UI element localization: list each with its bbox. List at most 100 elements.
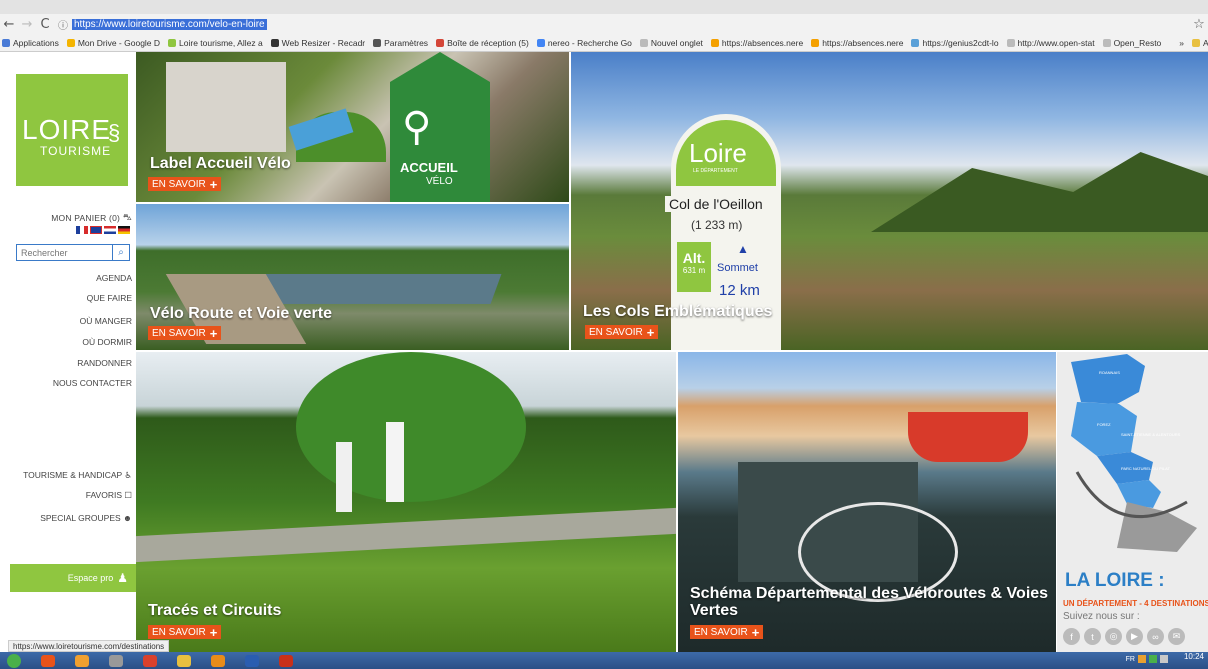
mail-icon[interactable]: ✉ — [1168, 628, 1185, 645]
map-region-roannais — [1071, 354, 1145, 404]
bookmark-item[interactable]: Nouvel onglet — [639, 38, 703, 48]
address-bar[interactable]: ⓘ https://www.loiretourisme.com/velo-en-… — [58, 15, 1184, 33]
bookmark-item[interactable]: Applications — [2, 38, 59, 48]
bookmark-icon — [168, 39, 177, 47]
taskbar-app-button[interactable] — [272, 653, 300, 668]
taskbar-app-button[interactable] — [170, 653, 198, 668]
other-bookmarks-folder[interactable]: Autres favori — [1192, 38, 1208, 48]
bookmark-outline-icon: ☐ — [122, 490, 132, 500]
flag-de-icon[interactable] — [118, 226, 130, 234]
menu-item[interactable]: OÙ MANGER — [80, 316, 132, 326]
tile-accueil-velo[interactable]: ⚲ ACCUEIL VÉLO Label Accueil Vélo EN SAV… — [136, 52, 569, 202]
folder-icon — [1192, 39, 1201, 47]
other-bookmarks-label: Autres favori — [1203, 38, 1208, 48]
tile-traces-circuits[interactable]: Tracés et Circuits EN SAVOIR + — [136, 352, 676, 652]
bookmark-item[interactable]: https://genius2cdt-lo — [911, 38, 999, 48]
volume-icon[interactable] — [1160, 655, 1168, 663]
reload-icon[interactable]: C — [36, 15, 54, 33]
tile-schema-departemental[interactable]: Schéma Départemental des Véloroutes & Vo… — [678, 352, 1056, 652]
bookmark-item[interactable]: Boîte de réception (5) — [436, 38, 529, 48]
app-icon — [109, 654, 123, 667]
taskbar-clock[interactable]: 10:24 — [1184, 653, 1204, 661]
search-input[interactable] — [17, 245, 112, 260]
sign-alt-value: 631 m — [682, 266, 706, 275]
sign-brand: Loire — [689, 138, 747, 168]
logo-main-text: LOIRE — [22, 114, 112, 145]
loire-wave-icon: § — [108, 120, 121, 145]
bookmark-label: http://www.open-stat — [1017, 38, 1095, 48]
instagram-icon[interactable]: ◎ — [1105, 628, 1122, 645]
tile-title: Label Accueil Vélo — [150, 155, 291, 172]
taskbar-app-button[interactable] — [136, 653, 164, 668]
menu-item[interactable]: AGENDA — [96, 273, 132, 283]
bookmark-item[interactable]: Loire tourisme, Allez a — [168, 38, 263, 48]
taskbar-app-button[interactable] — [102, 653, 130, 668]
taskbar-app-button[interactable] — [238, 653, 266, 668]
follow-label: Suivez nous sur : — [1063, 611, 1140, 622]
search-icon[interactable]: ⌕ — [112, 245, 129, 260]
cart-link[interactable]: MON PANIER (0) ⛍ — [51, 212, 132, 224]
bookmark-item[interactable]: https://absences.nere — [811, 38, 903, 48]
sign-alt-box: Alt. 631 m — [677, 242, 711, 292]
youtube-icon[interactable]: ▶ — [1126, 628, 1143, 645]
menu-item[interactable]: NOUS CONTACTER — [53, 378, 132, 388]
tile-velo-route[interactable]: Vélo Route et Voie verte EN SAVOIR + — [136, 204, 569, 350]
bookmark-label: Loire tourisme, Allez a — [179, 38, 263, 48]
bike-icon: ⚲ — [402, 105, 432, 149]
info-icon[interactable]: ⓘ — [58, 17, 68, 32]
taskbar-app-button[interactable] — [68, 653, 96, 668]
tile-title: Schéma Départemental des Véloroutes & Vo… — [690, 585, 1049, 619]
flag-uk-icon[interactable] — [90, 226, 102, 234]
menu-item[interactable]: OÙ DORMIR — [82, 337, 132, 347]
loire-map[interactable]: ROANNAIS FOREZ SAINT-ETIENNE & ALENTOURS… — [1057, 352, 1208, 552]
tile-cols-emblematiques[interactable]: Loire LE DÉPARTEMENT Col de l'Oeillon (1… — [571, 52, 1208, 350]
language-indicator[interactable]: FR — [1126, 656, 1135, 663]
bookmark-item[interactable]: https://absences.nere — [710, 38, 803, 48]
plus-icon: + — [209, 624, 218, 640]
bookmark-icon — [811, 39, 820, 47]
bookmark-item[interactable]: nereo - Recherche Go — [536, 38, 632, 48]
star-icon[interactable]: ☆ — [1190, 15, 1208, 33]
en-savoir-button[interactable]: EN SAVOIR + — [690, 625, 764, 640]
start-button[interactable] — [0, 653, 28, 668]
loire-tourisme-logo[interactable]: LOIRE TOURISME § — [16, 74, 128, 186]
flag-fr-icon[interactable] — [76, 226, 88, 234]
url-text: https://www.loiretourisme.com/velo-en-lo… — [72, 18, 267, 30]
en-savoir-button[interactable]: EN SAVOIR + — [148, 177, 222, 192]
bookmark-item[interactable]: Paramètres — [373, 38, 428, 48]
taskbar-apps — [34, 653, 306, 668]
taskbar-app-button[interactable] — [34, 653, 62, 668]
bookmark-item[interactable]: Mon Drive - Google D — [66, 38, 161, 48]
forward-icon[interactable]: → — [18, 15, 36, 33]
more-bookmarks-button[interactable]: » — [1179, 38, 1184, 48]
flag-nl-icon[interactable] — [104, 226, 116, 234]
bookmark-label: https://genius2cdt-lo — [922, 38, 999, 48]
bookmark-label: Open_Resto — [1113, 38, 1162, 48]
shield-icon[interactable] — [1149, 655, 1157, 663]
menu-item[interactable]: RANDONNER — [77, 358, 132, 368]
extra-menu-item[interactable]: FAVORIS ☐ — [86, 490, 132, 501]
app-icon — [245, 654, 259, 667]
extra-menu-item[interactable]: TOURISME & HANDICAP ♿ — [23, 470, 132, 481]
bookmark-icon — [1102, 39, 1111, 47]
bookmark-item[interactable]: Open_Resto — [1102, 38, 1162, 48]
menu-item[interactable]: QUE FAIRE — [87, 293, 132, 303]
taskbar-app-button[interactable] — [204, 653, 232, 668]
bookmark-label: Mon Drive - Google D — [77, 38, 161, 48]
facebook-icon[interactable]: f — [1063, 628, 1080, 645]
bookmark-item[interactable]: Web Resizer - Recadr — [270, 38, 365, 48]
back-icon[interactable]: ← — [0, 15, 18, 33]
en-savoir-button[interactable]: EN SAVOIR + — [585, 325, 659, 340]
en-savoir-button[interactable]: EN SAVOIR + — [148, 624, 222, 640]
loire-destinations-panel[interactable]: ROANNAIS FOREZ SAINT-ETIENNE & ALENTOURS… — [1057, 352, 1208, 652]
bookmark-icon — [536, 39, 545, 47]
network-icon[interactable] — [1138, 655, 1146, 663]
espace-pro-button[interactable]: Espace pro ♟ — [10, 564, 136, 592]
extra-menu-item[interactable]: SPECIAL GROUPES ☻ — [40, 513, 132, 523]
en-savoir-button[interactable]: EN SAVOIR + — [148, 326, 222, 341]
twitter-icon[interactable]: t — [1084, 628, 1101, 645]
bookmark-item[interactable]: http://www.open-stat — [1006, 38, 1095, 48]
map-label-pilat: PARC NATUREL DU PILAT — [1121, 466, 1171, 471]
bookmark-label: Paramètres — [384, 38, 429, 48]
link-icon[interactable]: ∞ — [1147, 628, 1164, 645]
